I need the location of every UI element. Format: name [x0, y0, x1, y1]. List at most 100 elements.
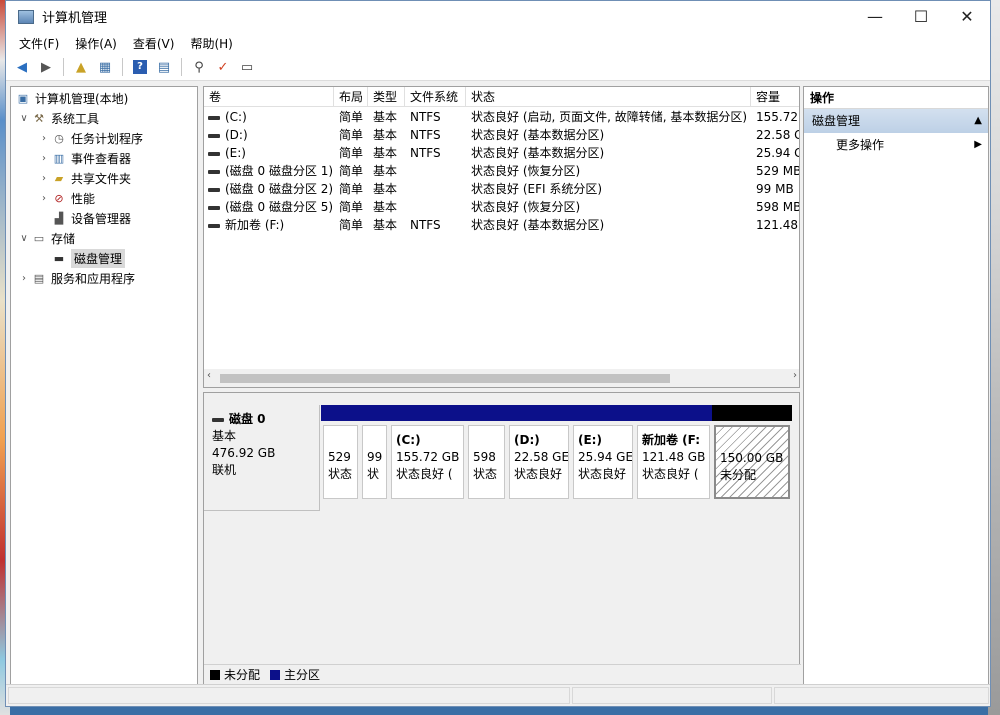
table-cell: 简单	[339, 164, 364, 178]
title-bar[interactable]: 计算机管理 — ☐ ✕	[6, 1, 990, 32]
scroll-right-icon[interactable]: ›	[793, 370, 797, 381]
toolbar-separator	[63, 58, 64, 76]
actions-section-disk-management[interactable]: 磁盘管理 ▲	[804, 109, 988, 133]
chevron-right-icon[interactable]: ›	[37, 133, 51, 144]
table-cell: (磁盘 0 磁盘分区 1)	[204, 162, 334, 180]
table-cell: 状态良好 (恢复分区)	[471, 164, 581, 178]
primary-partition-swatch	[270, 669, 281, 680]
tree-label: 事件查看器	[71, 151, 132, 166]
chevron-down-icon[interactable]: ∨	[17, 113, 31, 124]
close-button[interactable]: ✕	[944, 1, 990, 32]
partition-label-line: (C:)	[396, 432, 463, 449]
table-row[interactable]: (E:) 简单 基本 NTFS 状态良好 (基本数据分区) 25.94 G	[204, 144, 799, 162]
partition-block[interactable]: 99 状	[360, 405, 389, 499]
chevron-down-icon[interactable]: ∨	[17, 233, 31, 244]
partition-block[interactable]: (E:) 25.94 GE 状态良好	[571, 405, 635, 499]
menu-action[interactable]: 操作(A)	[67, 35, 125, 52]
column-header-volume[interactable]: 卷	[204, 87, 334, 107]
properties-icon[interactable]: ▭	[237, 57, 257, 77]
tree-root[interactable]: ▣ 计算机管理(本地)	[15, 88, 129, 108]
tree-performance[interactable]: › ⊘ 性能	[37, 188, 95, 208]
primary-partition-bar	[466, 405, 507, 421]
partition-block[interactable]: 新加卷 (F: 121.48 GB 状态良好 (	[635, 405, 712, 499]
tree-shared-folders[interactable]: › ▰ 共享文件夹	[37, 168, 131, 188]
collapse-up-icon[interactable]: ▲	[974, 109, 982, 133]
table-row[interactable]: (磁盘 0 磁盘分区 1) 简单 基本 状态良好 (恢复分区) 529 MB	[204, 162, 799, 180]
column-header-filesystem[interactable]: 文件系统	[405, 87, 466, 107]
menu-view[interactable]: 查看(V)	[125, 35, 183, 52]
table-row[interactable]: 新加卷 (F:) 简单 基本 NTFS 状态良好 (基本数据分区) 121.48	[204, 216, 799, 234]
primary-partition-bar	[507, 405, 571, 421]
table-cell: NTFS	[410, 146, 441, 160]
tree-device-manager[interactable]: ▟ 设备管理器	[37, 208, 131, 228]
checklist-icon[interactable]: ✓	[213, 57, 233, 77]
connect-icon[interactable]: ⚲	[189, 57, 209, 77]
minimize-button[interactable]: —	[852, 1, 898, 32]
scroll-left-icon[interactable]: ‹	[207, 370, 211, 381]
menu-help[interactable]: 帮助(H)	[182, 35, 240, 52]
performance-icon: ⊘	[54, 191, 64, 205]
maximize-button[interactable]: ☐	[898, 1, 944, 32]
partition-label-line: (D:)	[514, 432, 568, 449]
column-header-status[interactable]: 状态	[466, 87, 751, 107]
partition-label: (D:)	[514, 433, 540, 447]
table-cell: 简单	[339, 182, 364, 196]
column-header-layout[interactable]: 布局	[334, 87, 368, 107]
action-pane-icon[interactable]: ▤	[154, 57, 174, 77]
up-folder-icon[interactable]: ▲	[71, 57, 91, 77]
back-arrow-icon[interactable]: ◀	[12, 57, 32, 77]
table-row[interactable]: (磁盘 0 磁盘分区 2) 简单 基本 状态良好 (EFI 系统分区) 99 MB	[204, 180, 799, 198]
partition-label: (C:)	[396, 433, 421, 447]
chevron-right-icon[interactable]: ›	[17, 273, 31, 284]
table-cell: 新加卷 (F:)	[204, 216, 334, 234]
unallocated-swatch	[210, 669, 220, 680]
forward-arrow-icon[interactable]: ▶	[36, 57, 56, 77]
partition-block[interactable]: 150.00 GB 未分配	[712, 405, 792, 499]
tools-icon: ⚒	[34, 111, 44, 125]
horizontal-scrollbar[interactable]: ‹ ›	[204, 369, 799, 387]
navigation-tree: ▣ 计算机管理(本地) ∨ ⚒ 系统工具 › ◷ 任务计划程序 › ▥ 事件查看…	[10, 86, 198, 685]
partition-block[interactable]: 529 状态	[321, 405, 360, 499]
more-actions-item[interactable]: 更多操作 ▶	[804, 133, 988, 157]
clock-icon: ◷	[54, 131, 64, 145]
table-row[interactable]: (磁盘 0 磁盘分区 5) 简单 基本 状态良好 (恢复分区) 598 MB	[204, 198, 799, 216]
table-row[interactable]: (C:) 简单 基本 NTFS 状态良好 (启动, 页面文件, 故障转储, 基本数据分区…	[204, 108, 799, 126]
table-cell: 简单	[339, 128, 364, 142]
show-hide-tree-icon[interactable]: ▦	[95, 57, 115, 77]
tree-event-viewer[interactable]: › ▥ 事件查看器	[37, 148, 131, 168]
more-actions-label: 更多操作	[836, 138, 885, 152]
computer-management-window: 计算机管理 — ☐ ✕ 文件(F) 操作(A) 查看(V) 帮助(H) ◀ ▶ …	[5, 0, 991, 707]
volume-icon	[208, 151, 220, 156]
table-row[interactable]: (D:) 简单 基本 NTFS 状态良好 (基本数据分区) 22.58 G	[204, 126, 800, 144]
help-icon[interactable]: ?	[130, 57, 150, 77]
tree-storage[interactable]: ∨ ▭ 存储	[17, 228, 75, 248]
chevron-right-icon[interactable]: ›	[37, 173, 51, 184]
shared-folder-icon: ▰	[54, 171, 64, 185]
partition-block[interactable]: (D:) 22.58 GE 状态良好	[507, 405, 571, 499]
volume-list-header: 卷 布局 类型 文件系统 状态 容量	[204, 87, 799, 107]
tree-disk-management[interactable]: ▬ 磁盘管理	[37, 248, 126, 268]
column-header-capacity[interactable]: 容量	[751, 87, 799, 107]
partition-size: 22.58 GE	[514, 450, 569, 464]
partition-block[interactable]: (C:) 155.72 GB 状态良好 (	[389, 405, 466, 499]
partition-size: 529	[328, 450, 351, 464]
scrollbar-thumb[interactable]	[220, 374, 670, 383]
tree-services-apps[interactable]: › ▤ 服务和应用程序	[17, 268, 135, 288]
chevron-right-icon[interactable]: ›	[37, 193, 51, 204]
partition-block[interactable]: 598 状态	[466, 405, 507, 499]
tree-label: 共享文件夹	[71, 171, 132, 186]
table-cell: 22.58 G	[756, 128, 800, 142]
tree-task-scheduler[interactable]: › ◷ 任务计划程序	[37, 128, 143, 148]
disk-0-info[interactable]: 磁盘 0 基本 476.92 GB 联机	[204, 405, 320, 511]
table-cell: 简单	[339, 146, 364, 160]
table-cell: NTFS	[410, 218, 441, 232]
menu-file[interactable]: 文件(F)	[11, 35, 67, 52]
chevron-right-icon[interactable]: ›	[37, 153, 51, 164]
table-cell: 基本	[373, 164, 398, 178]
partition-size: 150.00 GB	[720, 451, 784, 465]
primary-partition-bar	[321, 405, 360, 421]
disk-icon	[212, 417, 224, 422]
column-header-type[interactable]: 类型	[368, 87, 405, 107]
tree-system-tools[interactable]: ∨ ⚒ 系统工具	[17, 108, 99, 128]
table-cell: (磁盘 0 磁盘分区 5)	[204, 198, 334, 216]
